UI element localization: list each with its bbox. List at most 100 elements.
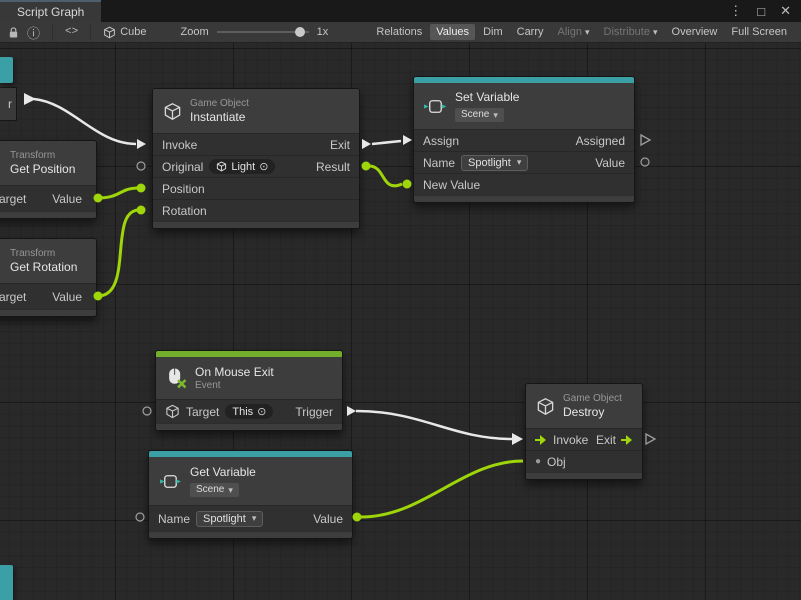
toolbar-divider: [52, 25, 53, 39]
code-icon[interactable]: <>: [65, 26, 78, 38]
node-subtitle: Transform: [10, 248, 77, 260]
object-field-value: Light: [231, 161, 255, 173]
toolbar-buttons: Relations Values Dim Carry Align ▾ Distr…: [370, 24, 793, 40]
cutoff-node-fragment[interactable]: [0, 57, 13, 83]
port-label-name: Name: [423, 156, 455, 170]
green-arrow-icon: [535, 435, 547, 445]
node-destroy[interactable]: Game Object Destroy Invoke Exit: [525, 383, 643, 480]
relations-button[interactable]: Relations: [370, 24, 428, 40]
port-instantiate-position[interactable]: [137, 184, 146, 193]
node-title: Get Rotation: [10, 260, 77, 275]
cutoff-node-fragment[interactable]: r: [0, 87, 17, 121]
port-label-assign: Assign: [423, 134, 459, 148]
get-variable-icon: [159, 470, 182, 493]
window-close-icon[interactable]: ✕: [780, 3, 791, 19]
port-instantiate-exit[interactable]: [362, 139, 371, 149]
node-title: On Mouse Exit: [195, 365, 274, 380]
cutoff-node-fragment[interactable]: [0, 565, 13, 600]
port-instantiate-result[interactable]: [362, 162, 371, 171]
port-setvariable-assign[interactable]: [403, 135, 412, 145]
wires-layer: [0, 43, 801, 600]
port-instantiate-invoke[interactable]: [137, 139, 146, 149]
align-button[interactable]: Align ▾: [552, 24, 596, 40]
dim-button[interactable]: Dim: [477, 24, 509, 40]
node-instantiate[interactable]: Game Object Instantiate Invoke Exit Orig…: [152, 88, 360, 229]
node-title: Get Variable: [190, 465, 256, 480]
chevron-down-icon: ▾: [517, 157, 522, 168]
graph-target[interactable]: Cube: [103, 26, 146, 39]
port-label-target: Target: [0, 192, 26, 206]
unity-script-graph-window: Script Graph ⋮ □ ✕ ⓘ <> Cube Zoom: [0, 0, 801, 600]
port-label-value: Value: [313, 512, 343, 526]
zoom-label: Zoom: [181, 26, 209, 38]
chevron-down-icon: ▾: [493, 109, 498, 121]
node-subtitle: Game Object: [190, 98, 249, 110]
variable-scope-dropdown[interactable]: Scene ▾: [455, 108, 504, 122]
port-label-assigned: Assigned: [576, 134, 625, 148]
object-picker-icon[interactable]: ⊙: [257, 405, 266, 418]
wire-trigger-to-destroy-invoke: [356, 411, 512, 439]
object-picker-icon[interactable]: ⊙: [259, 160, 268, 173]
port-setvariable-newvalue[interactable]: [403, 180, 412, 189]
variable-name-dropdown[interactable]: Spotlight ▾: [461, 155, 528, 171]
lock-icon[interactable]: [8, 26, 19, 39]
object-field-this[interactable]: This ⊙: [225, 404, 273, 419]
overview-button[interactable]: Overview: [666, 24, 724, 40]
cube-icon: [536, 397, 555, 416]
node-title: Destroy: [563, 405, 622, 420]
node-get-rotation[interactable]: Transform Get Rotation Target Value: [0, 238, 97, 317]
port-instantiate-original[interactable]: [137, 162, 145, 170]
port-onmouseexit-trigger[interactable]: [347, 406, 356, 416]
zoom-slider[interactable]: [217, 25, 309, 39]
tab-bar: Script Graph ⋮ □ ✕: [0, 0, 801, 22]
graph-canvas[interactable]: r Transform Get Position Target Value: [0, 43, 801, 600]
port-label-value: Value: [595, 156, 625, 170]
distribute-button[interactable]: Distribute ▾: [598, 24, 664, 40]
fullscreen-button[interactable]: Full Screen: [725, 24, 793, 40]
toolbar-divider: [90, 25, 91, 39]
zoom-slider-knob[interactable]: [295, 27, 305, 37]
carry-button[interactable]: Carry: [511, 24, 550, 40]
values-button[interactable]: Values: [430, 24, 475, 40]
chevron-down-icon: ▾: [653, 27, 658, 38]
node-on-mouse-exit[interactable]: On Mouse Exit Event Target This ⊙: [155, 350, 343, 431]
wire-getvariable-to-obj: [361, 461, 523, 517]
port-destroy-exit-out[interactable]: [646, 434, 655, 444]
port-getvariable-value[interactable]: [353, 513, 362, 522]
node-footer: [156, 423, 342, 430]
port-label-original: Original: [162, 160, 203, 174]
node-get-variable[interactable]: Get Variable Scene ▾ Name Spotlight ▾: [148, 450, 353, 539]
node-footer: [149, 531, 352, 538]
chevron-down-icon: ▾: [252, 513, 257, 524]
port-label-name: Name: [158, 512, 190, 526]
port-setvariable-assigned[interactable]: [641, 135, 650, 145]
port-getvariable-name[interactable]: [136, 513, 144, 521]
node-title: Get Position: [10, 162, 75, 177]
node-get-position[interactable]: Transform Get Position Target Value: [0, 140, 97, 219]
node-set-variable[interactable]: Set Variable Scene ▾ Assign Assigned Nam…: [413, 76, 635, 203]
node-footer: [0, 309, 96, 316]
zoom-value: 1x: [317, 26, 329, 38]
port-label-position: Position: [162, 182, 205, 196]
window-menu-icon[interactable]: ⋮: [729, 3, 742, 19]
window-maximize-icon[interactable]: □: [757, 4, 765, 19]
cube-icon: [165, 404, 180, 419]
info-icon[interactable]: ⓘ: [27, 23, 40, 42]
port-label-exit: Exit: [330, 138, 350, 152]
port-setvariable-value-out[interactable]: [641, 158, 649, 166]
port-destroy-invoke-in[interactable]: [512, 433, 523, 445]
variable-scope-dropdown[interactable]: Scene ▾: [190, 483, 239, 497]
object-field-light[interactable]: Light ⊙: [209, 159, 275, 174]
node-subtitle: Event: [195, 380, 274, 392]
node-footer: [153, 221, 359, 228]
port-label-invoke: Invoke: [553, 433, 588, 447]
chevron-down-icon: ▾: [585, 27, 590, 38]
port-cutoff-out[interactable]: [24, 93, 36, 105]
port-instantiate-rotation[interactable]: [137, 206, 146, 215]
wire-to-instantiate-invoke: [34, 99, 136, 144]
node-footer: [414, 195, 634, 202]
variable-name-dropdown[interactable]: Spotlight ▾: [196, 511, 263, 527]
tab-script-graph[interactable]: Script Graph: [0, 0, 101, 22]
port-onmouseexit-target[interactable]: [143, 407, 151, 415]
cube-icon: [216, 161, 227, 172]
